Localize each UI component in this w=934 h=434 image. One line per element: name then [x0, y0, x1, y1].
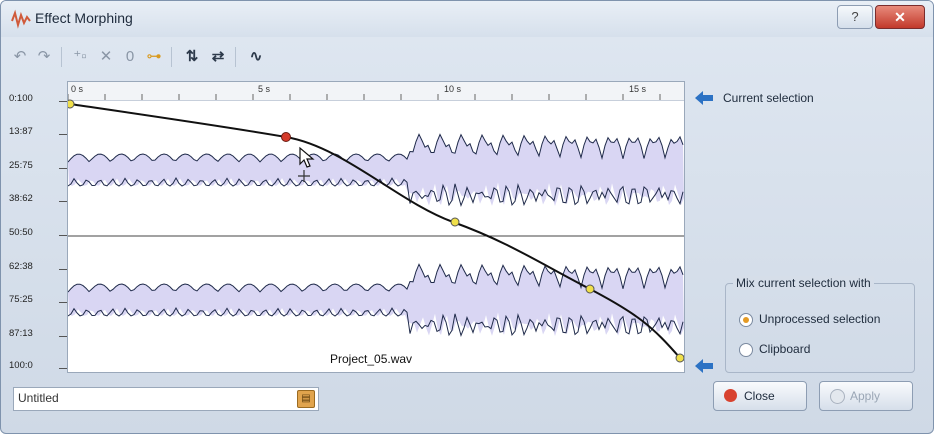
- clipboard-label[interactable]: Clipboard: [759, 342, 810, 356]
- axis-label: 62:38: [9, 261, 33, 272]
- axis-tick: [59, 201, 67, 202]
- curve-icon[interactable]: ∿: [245, 46, 267, 68]
- arrow-left-icon: [695, 359, 713, 373]
- axis-tick: [59, 168, 67, 169]
- arrow-left-icon: [695, 91, 713, 105]
- axis-tick: [59, 336, 67, 337]
- axis-label: 38:62: [9, 193, 33, 204]
- axis-tick: [59, 235, 67, 236]
- axis-tick: [59, 368, 67, 369]
- unprocessed-selection-label[interactable]: Unprocessed selection: [759, 312, 880, 326]
- add-point-icon[interactable]: ⁺▫: [69, 46, 91, 68]
- close-button-label: Close: [744, 389, 775, 403]
- toolbar: ↶ ↷ ⁺▫ ✕ 0 ⊶ ⇅ ⇄ ∿: [9, 43, 509, 71]
- preset-book-icon[interactable]: ▤: [297, 390, 315, 408]
- axis-label: 0:100: [9, 93, 33, 104]
- axis-label: 87:13: [9, 328, 33, 339]
- mix-ratio-axis: 0:100 13:87 25:75 38:62 50:50 62:38 75:2…: [9, 81, 67, 371]
- window-close-button[interactable]: ✕: [875, 5, 925, 29]
- toolbar-separator: [61, 47, 62, 67]
- mix-group-box: [725, 283, 915, 373]
- redo-icon[interactable]: ↷: [33, 46, 55, 68]
- title-bar: Effect Morphing ? ✕: [1, 1, 933, 37]
- apply-button-label: Apply: [850, 389, 881, 403]
- axis-tick: [59, 101, 67, 102]
- toolbar-separator: [235, 47, 236, 67]
- undo-icon[interactable]: ↶: [9, 46, 31, 68]
- axis-label: 50:50: [9, 227, 33, 238]
- preset-field[interactable]: Untitled ▤: [13, 387, 319, 411]
- window-title: Effect Morphing: [35, 10, 133, 26]
- toolbar-separator: [171, 47, 172, 67]
- gear-icon: [830, 389, 845, 404]
- axis-label: 75:25: [9, 294, 33, 305]
- swap-icon[interactable]: ⇄: [207, 46, 229, 68]
- file-name-label: Project_05.wav: [330, 352, 413, 366]
- axis-label: 100:0: [9, 360, 33, 371]
- flip-vertical-icon[interactable]: ⇅: [181, 46, 203, 68]
- preset-name: Untitled: [18, 391, 59, 405]
- current-selection-label: Current selection: [723, 91, 814, 105]
- axis-tick: [59, 302, 67, 303]
- axis-label: 25:75: [9, 160, 33, 171]
- waveform-editor[interactable]: 0 s 5 s 10 s 15 s Project_05.wav: [67, 81, 685, 373]
- axis-tick: [59, 134, 67, 135]
- waveform-graphic: [68, 94, 684, 363]
- clipboard-radio[interactable]: [739, 343, 753, 357]
- close-button[interactable]: Close: [713, 381, 807, 411]
- unprocessed-selection-radio[interactable]: [739, 313, 753, 327]
- apply-button[interactable]: Apply: [819, 381, 913, 411]
- zero-icon[interactable]: 0: [119, 46, 141, 68]
- axis-tick: [59, 269, 67, 270]
- wave-app-icon: [11, 9, 31, 29]
- close-circle-icon: [724, 389, 737, 402]
- mix-group-legend: Mix current selection with: [733, 276, 874, 290]
- effect-morphing-window: Effect Morphing ? ✕ ↶ ↷ ⁺▫ ✕ 0 ⊶ ⇅ ⇄ ∿ 0…: [0, 0, 934, 434]
- remove-point-icon[interactable]: ✕: [95, 46, 117, 68]
- link-icon[interactable]: ⊶: [143, 46, 165, 68]
- help-button[interactable]: ?: [837, 5, 873, 29]
- axis-label: 13:87: [9, 126, 33, 137]
